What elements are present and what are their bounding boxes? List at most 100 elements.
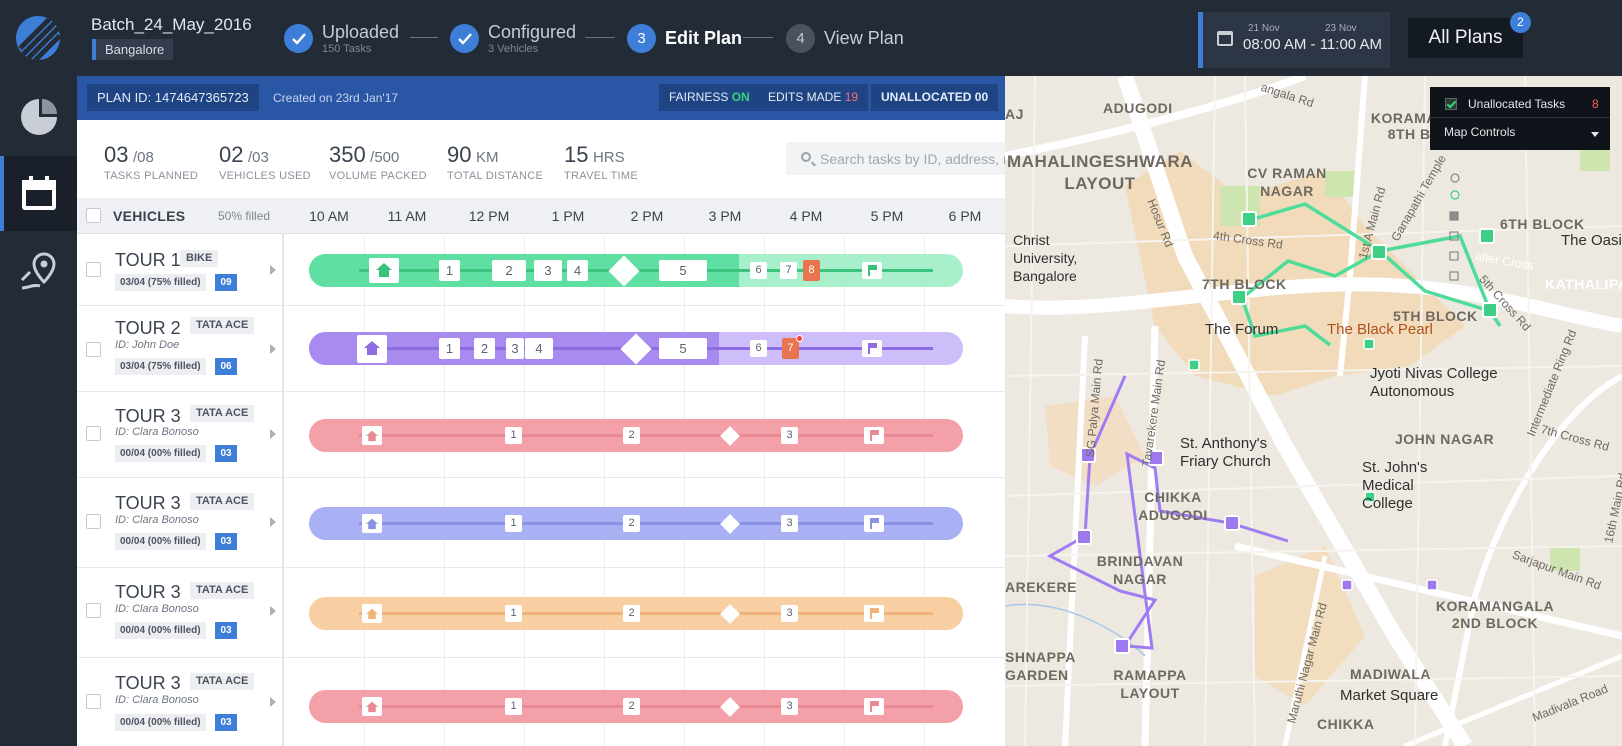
- chevron-right-icon[interactable]: [270, 517, 276, 527]
- depot-home-icon[interactable]: [357, 335, 387, 363]
- stop-node[interactable]: 1: [505, 515, 522, 532]
- end-flag-icon[interactable]: [864, 515, 884, 532]
- tour-timeline-bar[interactable]: 1 2 3: [309, 419, 963, 452]
- fairness-toggle[interactable]: FAIRNESS ON: [659, 84, 760, 111]
- map-controls-dropdown[interactable]: Map Controls: [1444, 125, 1515, 139]
- tour-checkbox[interactable]: [86, 694, 101, 709]
- stop-node[interactable]: 1: [505, 427, 522, 444]
- end-flag-icon[interactable]: [864, 427, 884, 444]
- stat-volume-packed: 350 /500 VOLUME PACKED: [329, 142, 427, 182]
- stop-node[interactable]: 3: [781, 515, 798, 532]
- break-diamond-icon[interactable]: [720, 426, 740, 446]
- hour-label: 11 AM: [387, 208, 427, 224]
- stat-label: VOLUME PACKED: [329, 170, 427, 182]
- unallocated-tasks-checkbox[interactable]: [1445, 98, 1457, 110]
- tour-row[interactable]: TOUR 3 TATA ACE ID: Clara Bonoso 00/04 (…: [77, 478, 1005, 568]
- stop-node[interactable]: 3: [781, 605, 798, 622]
- tour-checkbox[interactable]: [86, 603, 101, 618]
- break-diamond-icon[interactable]: [720, 697, 740, 717]
- depot-home-icon[interactable]: [362, 426, 382, 445]
- chevron-right-icon[interactable]: [270, 606, 276, 616]
- app-logo[interactable]: [16, 16, 60, 60]
- stop-node[interactable]: 1: [505, 605, 522, 622]
- sidebar-item-plan[interactable]: [0, 156, 77, 231]
- map-label-area: KATHALIPAL: [1545, 276, 1622, 292]
- row-divider: [282, 306, 284, 391]
- stop-node[interactable]: 2: [474, 338, 495, 359]
- end-flag-icon[interactable]: [862, 262, 882, 279]
- plan-created-date: Created on 23rd Jan'17: [273, 91, 399, 105]
- edits-made-pill[interactable]: EDITS MADE 19: [758, 84, 869, 111]
- task-count-badge: 03: [215, 533, 237, 550]
- tour-timeline-bar[interactable]: 1 2 3: [309, 597, 963, 630]
- divider: [1430, 117, 1610, 118]
- stop-node[interactable]: 1: [439, 338, 460, 359]
- tour-name: TOUR 3: [115, 406, 181, 426]
- tour-checkbox[interactable]: [86, 342, 101, 357]
- depot-home-icon[interactable]: [369, 258, 399, 283]
- unallocated-pill[interactable]: UNALLOCATED 00: [871, 84, 999, 111]
- tour-timeline-bar[interactable]: 1 2 3: [309, 507, 963, 540]
- route-map[interactable]: ADUGODI KORAMANGALA 8TH BLOCK MAHALINGES…: [1005, 76, 1622, 746]
- map-label-area: MADIWALA: [1350, 666, 1431, 682]
- stop-node[interactable]: 3: [534, 260, 562, 281]
- top-bar: Batch_24_May_2016 Bangalore Uploaded 150…: [0, 0, 1622, 76]
- chevron-right-icon[interactable]: [270, 265, 276, 275]
- tour-row[interactable]: TOUR 3 TATA ACE ID: Clara Bonoso 00/04 (…: [77, 568, 1005, 658]
- stop-node[interactable]: 5: [659, 260, 707, 281]
- tour-checkbox[interactable]: [86, 426, 101, 441]
- stop-node[interactable]: 4: [525, 338, 553, 359]
- depot-home-icon[interactable]: [362, 697, 382, 716]
- sidebar-item-analytics[interactable]: [0, 80, 77, 155]
- unallocated-tasks-count: 8: [1592, 97, 1599, 111]
- date-start: 21 Nov: [1248, 23, 1280, 34]
- break-diamond-icon[interactable]: [720, 604, 740, 624]
- tour-timeline-bar[interactable]: 1 2 3 4 5 6 7 8: [309, 254, 963, 287]
- tour-checkbox[interactable]: [86, 262, 101, 277]
- chevron-right-icon[interactable]: [270, 429, 276, 439]
- hour-label: 5 PM: [870, 208, 904, 224]
- break-diamond-icon[interactable]: [720, 514, 740, 534]
- stop-node[interactable]: 6: [750, 262, 767, 279]
- end-flag-icon[interactable]: [864, 698, 884, 715]
- chevron-right-icon[interactable]: [270, 697, 276, 707]
- edits-value: 19: [844, 90, 859, 104]
- stop-node[interactable]: 1: [505, 698, 522, 715]
- stop-node[interactable]: 7: [780, 262, 797, 279]
- stop-node[interactable]: 2: [623, 515, 640, 532]
- end-flag-icon[interactable]: [862, 340, 882, 357]
- all-plans-button[interactable]: All Plans: [1408, 18, 1523, 58]
- tour-row[interactable]: TOUR 2 TATA ACE ID: John Doe 03/04 (75% …: [77, 306, 1005, 392]
- stop-node[interactable]: 6: [750, 340, 767, 357]
- chevron-right-icon[interactable]: [270, 344, 276, 354]
- date-range-picker[interactable]: 21 Nov 23 Nov 08:00 AM - 11:00 AM: [1198, 12, 1390, 68]
- stop-node[interactable]: 4: [567, 260, 588, 281]
- depot-home-icon[interactable]: [362, 604, 382, 623]
- stop-node[interactable]: 2: [623, 698, 640, 715]
- stop-node[interactable]: 1: [439, 260, 460, 281]
- driver-id: ID: Clara Bonoso: [115, 426, 199, 438]
- stop-node[interactable]: 2: [623, 605, 640, 622]
- map-label-area: BRINDAVAN NAGAR: [1096, 553, 1184, 587]
- sidebar-item-map[interactable]: [0, 232, 77, 307]
- stop-node[interactable]: 3: [781, 427, 798, 444]
- select-all-checkbox[interactable]: [86, 208, 101, 223]
- stop-node-late[interactable]: 8: [803, 260, 820, 281]
- chevron-down-icon[interactable]: [1591, 132, 1599, 137]
- depot-home-icon[interactable]: [362, 514, 382, 533]
- end-flag-icon[interactable]: [864, 605, 884, 622]
- hour-label: 3 PM: [708, 208, 742, 224]
- tour-row[interactable]: TOUR 3 TATA ACE ID: Clara Bonoso 00/04 (…: [77, 392, 1005, 478]
- tour-timeline-bar[interactable]: 1 2 3 4 5 6 7: [309, 332, 963, 365]
- tour-checkbox[interactable]: [86, 514, 101, 529]
- stop-node[interactable]: 3: [781, 698, 798, 715]
- stop-node[interactable]: 2: [492, 260, 526, 281]
- driver-id: ID: Clara Bonoso: [115, 603, 199, 615]
- stop-node[interactable]: 3: [506, 338, 524, 359]
- stop-node[interactable]: 2: [623, 427, 640, 444]
- tour-row[interactable]: TOUR 3 TATA ACE ID: Clara Bonoso 00/04 (…: [77, 658, 1005, 746]
- tour-name: TOUR 2: [115, 318, 181, 338]
- tour-row[interactable]: TOUR 1 BIKE 03/04 (75% filled) 09 1 2 3 …: [77, 234, 1005, 306]
- tour-timeline-bar[interactable]: 1 2 3: [309, 690, 963, 723]
- stop-node[interactable]: 5: [659, 338, 707, 359]
